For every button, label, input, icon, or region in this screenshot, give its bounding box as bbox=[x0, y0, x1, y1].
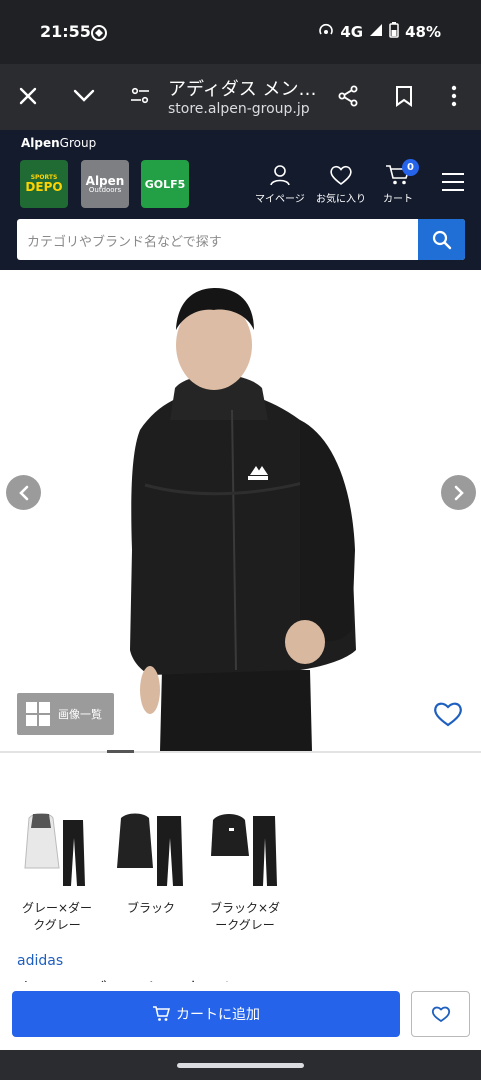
bottom-action-bar: カートに追加 bbox=[0, 982, 481, 1050]
sports-depo-logo[interactable]: SPORTS DEPO bbox=[20, 160, 68, 208]
add-to-cart-button[interactable]: カートに追加 bbox=[12, 991, 400, 1037]
status-bar: 21:55 4G 48% bbox=[0, 0, 481, 64]
battery-icon bbox=[389, 22, 399, 42]
hamburger-menu-icon[interactable] bbox=[441, 172, 465, 196]
bookmark-icon[interactable] bbox=[388, 80, 420, 112]
favorite-heart-button[interactable] bbox=[432, 700, 464, 732]
status-time: 21:55 bbox=[40, 22, 91, 41]
variant-label-line1: ブラック bbox=[126, 901, 175, 915]
cart-icon bbox=[153, 1006, 170, 1021]
search-button[interactable] bbox=[418, 219, 465, 260]
mypage-button[interactable]: マイページ bbox=[255, 164, 305, 205]
chevron-down-icon[interactable] bbox=[68, 80, 100, 112]
favorites-label: お気に入り bbox=[316, 194, 366, 205]
variant-label-line1: ブラック×ダ bbox=[209, 901, 281, 915]
site-header: AlpenGroup SPORTS DEPO Alpen Outdoors GO… bbox=[0, 130, 481, 270]
variant-black[interactable]: ブラック bbox=[106, 808, 196, 917]
brand-bold: Alpen bbox=[21, 136, 60, 150]
alpen-group-brand[interactable]: AlpenGroup bbox=[21, 136, 96, 150]
depo-logo-main: DEPO bbox=[25, 180, 63, 194]
chevron-left-icon bbox=[18, 485, 28, 500]
app-notification-icon bbox=[90, 24, 108, 46]
chevron-right-icon bbox=[454, 485, 464, 500]
close-icon[interactable] bbox=[12, 80, 44, 112]
system-navigation-bar bbox=[0, 1050, 481, 1080]
alpen-outdoors-logo[interactable]: Alpen Outdoors bbox=[81, 160, 129, 208]
add-to-cart-label: カートに追加 bbox=[176, 1007, 260, 1023]
hotspot-icon bbox=[318, 22, 334, 42]
brand-rest: Group bbox=[59, 136, 97, 150]
carousel-track bbox=[0, 751, 481, 753]
image-list-label: 画像一覧 bbox=[58, 708, 102, 721]
variant-label-line2: クグレー bbox=[33, 918, 81, 933]
variant-label: ブラック×ダ ークグレー bbox=[200, 900, 290, 935]
variant-thumbnail bbox=[207, 808, 283, 888]
search-input[interactable]: カテゴリやブランド名などで探す bbox=[27, 231, 222, 250]
variant-label-line1: グレー×ダー bbox=[21, 901, 93, 915]
share-icon[interactable] bbox=[332, 80, 364, 112]
product-image-carousel[interactable]: 画像一覧 bbox=[0, 270, 481, 751]
browser-toolbar: アディダス メン… store.alpen-group.jp bbox=[0, 64, 481, 130]
mypage-label: マイページ bbox=[255, 194, 305, 205]
user-icon bbox=[270, 165, 290, 186]
favorites-button[interactable]: お気に入り bbox=[316, 164, 366, 205]
variant-thumbnail bbox=[19, 808, 95, 888]
variant-grey-darkgrey[interactable]: グレー×ダー クグレー bbox=[12, 808, 102, 935]
heart-icon bbox=[431, 1006, 450, 1023]
carousel-next-button[interactable] bbox=[441, 475, 476, 510]
outdoors-logo-sub: Outdoors bbox=[88, 185, 122, 194]
heart-icon bbox=[434, 702, 462, 727]
search-bar[interactable]: カテゴリやブランド名などで探す bbox=[17, 219, 465, 260]
outdoors-logo-main: Alpen bbox=[85, 173, 125, 188]
home-gesture-handle[interactable] bbox=[177, 1063, 304, 1068]
carousel-indicator bbox=[107, 750, 134, 753]
brand-link[interactable]: adidas bbox=[17, 953, 63, 969]
variant-label: ブラック bbox=[106, 900, 196, 917]
browser-tab-title[interactable]: アディダス メン… bbox=[168, 75, 316, 101]
page-info-icon[interactable] bbox=[124, 80, 156, 112]
overflow-menu-icon[interactable] bbox=[438, 80, 470, 112]
browser-url[interactable]: store.alpen-group.jp bbox=[168, 101, 310, 117]
product-photo bbox=[130, 288, 356, 751]
cart-count-badge: 0 bbox=[402, 159, 419, 176]
variant-thumbnail bbox=[113, 808, 189, 888]
heart-icon bbox=[330, 165, 352, 186]
golf5-logo-text: GOLF5 bbox=[144, 177, 186, 191]
carousel-prev-button[interactable] bbox=[6, 475, 41, 510]
variant-black-darkgrey[interactable]: ブラック×ダ ークグレー bbox=[200, 808, 290, 935]
signal-icon bbox=[369, 23, 383, 41]
cart-label: カート bbox=[383, 194, 413, 205]
image-list-button[interactable]: 画像一覧 bbox=[17, 693, 114, 735]
golf5-logo[interactable]: GOLF5 bbox=[141, 160, 189, 208]
search-icon bbox=[432, 230, 451, 249]
status-right: 4G 48% bbox=[318, 22, 441, 42]
variant-label-line2: ークグレー bbox=[215, 918, 275, 933]
variant-label: グレー×ダー クグレー bbox=[12, 900, 102, 935]
network-label: 4G bbox=[340, 23, 364, 41]
add-to-favorites-button[interactable] bbox=[411, 991, 470, 1037]
grid-icon bbox=[26, 702, 50, 726]
battery-percent: 48% bbox=[405, 23, 441, 41]
